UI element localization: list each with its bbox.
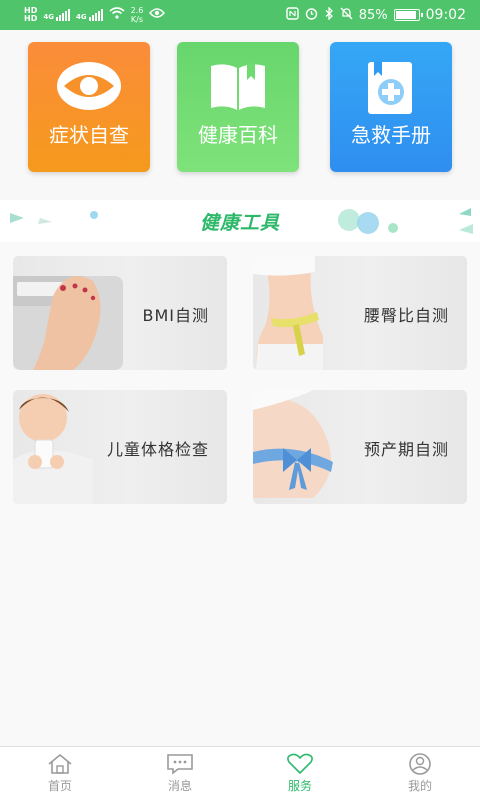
network-speed: 2.6 K/s [131, 6, 144, 24]
wifi-icon [109, 7, 125, 23]
health-tools-banner: 健康工具 [0, 200, 480, 242]
eye-status-icon [149, 7, 166, 23]
child-physical-exam-card[interactable]: 儿童体格检查 [13, 390, 227, 504]
tile-label: 症状自查 [49, 123, 129, 147]
battery-icon [393, 9, 423, 21]
nav-mine[interactable]: 我的 [360, 747, 480, 800]
health-encyclopedia-tile[interactable]: 健康百科 [177, 42, 299, 172]
alarm-icon [305, 7, 318, 24]
user-icon [409, 753, 431, 775]
nav-label: 我的 [407, 779, 432, 793]
pregnant-belly-image [253, 390, 333, 498]
nav-home[interactable]: 首页 [0, 747, 120, 800]
tile-label: 健康百科 [198, 123, 278, 147]
eye-icon [57, 62, 121, 110]
signal-icon: 4G [43, 9, 70, 21]
symptom-check-tile[interactable]: 症状自查 [28, 42, 150, 172]
speed-unit: K/s [130, 15, 144, 24]
bmi-test-card[interactable]: BMI自测 [13, 256, 227, 370]
nav-label: 首页 [47, 779, 72, 793]
waist-hip-ratio-card[interactable]: 腰臀比自测 [253, 256, 467, 370]
bluetooth-icon [324, 5, 334, 24]
nav-label: 消息 [167, 779, 192, 793]
mute-icon [340, 7, 353, 24]
nav-messages[interactable]: 消息 [120, 747, 240, 800]
card-label: 儿童体格检查 [106, 440, 209, 459]
scale-feet-image [13, 276, 123, 370]
heart-icon [287, 753, 313, 775]
network-label-2: 4G [75, 13, 87, 21]
nav-services[interactable]: 服务 [240, 747, 360, 800]
banner-title: 健康工具 [199, 212, 280, 234]
card-label: 腰臀比自测 [363, 306, 449, 325]
bottom-navigation: 首页 消息 服务 我的 [0, 746, 480, 800]
signal-icon-2: 4G [76, 9, 103, 21]
waist-tape-image [253, 256, 323, 370]
hd-tags: HD HD [24, 7, 37, 23]
first-aid-manual-tile[interactable]: 急救手册 [330, 42, 452, 172]
nfc-icon [286, 6, 299, 24]
home-icon [48, 753, 72, 774]
quick-entries: 症状自查 健康百科 急救手册 [0, 30, 480, 200]
network-label-1: 4G [43, 13, 54, 21]
medical-book-icon [368, 62, 412, 114]
tile-label: 急救手册 [351, 123, 431, 147]
tool-grid: BMI自测 腰臀比自测 儿童体格检查 预产期自测 [0, 242, 480, 746]
nav-label: 服务 [287, 779, 312, 793]
battery-percent: 85% [358, 7, 388, 23]
clock: 09:02 [425, 7, 466, 23]
speed-value: 2.6 [130, 6, 144, 15]
hd-tag-2: HD [24, 14, 38, 23]
child-milk-image [13, 394, 93, 504]
card-label: BMI自测 [142, 306, 209, 325]
message-icon [167, 754, 193, 775]
due-date-calculator-card[interactable]: 预产期自测 [253, 390, 467, 504]
card-label: 预产期自测 [363, 440, 449, 459]
book-icon [211, 63, 265, 110]
status-bar: HD HD 4G 4G 2.6 K/s 85% 09:02 [0, 0, 480, 30]
